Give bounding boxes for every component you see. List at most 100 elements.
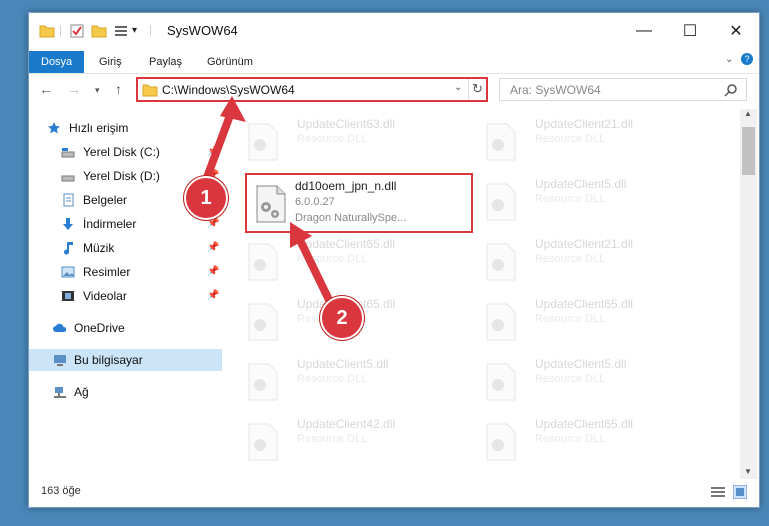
minimize-button[interactable]: — [621,13,667,49]
navigation-pane: Hızlı erişim Yerel Disk (C:) 📌 Yerel Dis… [29,109,224,479]
sidebar-item-label: Müzik [83,241,115,255]
close-button[interactable]: ✕ [713,13,759,49]
refresh-icon[interactable]: ↻ [472,81,483,97]
file-item[interactable]: UpdateClient5.dll Resource DLL [229,355,449,407]
sidebar-item-label: Bu bilgisayar [74,353,143,367]
file-type: Resource DLL [535,253,606,265]
file-item[interactable]: UpdateClient65.dll Resource DLL [467,295,687,347]
dll-file-icon [486,123,516,161]
file-name: UpdateClient65.dll [535,417,634,431]
dll-file-icon [248,243,278,281]
vertical-scrollbar[interactable]: ▲ ▼ [740,109,757,479]
step-1-callout: 1 [184,176,228,220]
sidebar-item-label: Videolar [83,289,127,303]
status-bar: 163 öğe [29,481,759,505]
large-icons-view-icon[interactable] [733,485,747,499]
item-count: 163 öğe [41,485,81,497]
title-bar: | ▾ | SysWOW64 — ☐ ✕ [29,13,759,51]
search-input[interactable]: Ara: SysWOW64 [510,83,601,97]
cloud-icon [53,323,67,332]
address-dropdown-icon[interactable]: ⌄ [454,82,462,93]
address-bar[interactable]: C:\Windows\SysWOW64 ⌄ ↻ [136,77,488,102]
search-icon[interactable] [724,83,738,97]
sidebar-item-label: OneDrive [74,321,125,335]
sidebar-item-label: Yerel Disk (C:) [83,145,160,159]
forward-arrow-icon[interactable]: → [67,81,81,97]
file-item[interactable]: UpdateClient21.dll Resource DLL [467,115,687,167]
sidebar-item-label: İndirmeler [83,217,137,231]
sidebar-item-resimler[interactable]: Resimler 📌 [29,261,222,283]
file-version: 6.0.0.27 [295,196,335,208]
file-name: UpdateClient5.dll [297,357,389,371]
file-name: UpdateClient21.dll [535,117,634,131]
dll-file-icon [256,185,286,223]
sidebar-item-label: Hızlı erişim [69,121,129,135]
quick-access-dropdown-icon[interactable]: ▾ [132,25,137,36]
search-box[interactable]: Ara: SysWOW64 [499,78,747,101]
file-type: Resource DLL [297,253,368,265]
highlighted-file-item[interactable]: dd10oem_jpn_n.dll 6.0.0.27 Dragon Natura… [245,173,473,233]
folder-icon [39,25,55,38]
expand-ribbon-icon[interactable]: ⌄ [725,54,733,65]
sidebar-item-this-pc[interactable]: Bu bilgisayar [29,349,222,371]
dll-file-icon [248,423,278,461]
maximize-button[interactable]: ☐ [667,13,713,49]
documents-icon [63,193,74,207]
file-type: Resource DLL [535,133,606,145]
file-type: Resource DLL [297,133,368,145]
sidebar-item-label: Yerel Disk (D:) [83,169,160,183]
tab-dosya[interactable]: Dosya [29,51,85,73]
sidebar-item-network[interactable]: Ağ [29,381,222,403]
pin-icon[interactable]: 📌 [207,141,219,163]
separator [468,79,469,100]
navigation-bar: ← → ▾ ↑ C:\Windows\SysWOW64 ⌄ ↻ Ara: Sys… [29,73,759,107]
customize-icon[interactable] [113,23,129,39]
network-icon [54,387,66,398]
file-item[interactable]: UpdateClient63.dll Resource DLL [229,115,449,167]
sidebar-item-quick-access[interactable]: Hızlı erişim [29,117,222,139]
sidebar-item-videolar[interactable]: Videolar 📌 [29,285,222,307]
file-item[interactable]: UpdateClient5.dll Resource DLL [467,175,687,227]
pin-icon[interactable]: 📌 [207,261,219,283]
new-folder-icon[interactable] [91,23,107,39]
sidebar-item-muzik[interactable]: Müzik 📌 [29,237,222,259]
sidebar-item-onedrive[interactable]: OneDrive [29,317,222,339]
computer-icon [54,355,66,366]
dll-file-icon [248,303,278,341]
dll-file-icon [486,423,516,461]
pin-icon[interactable]: 📌 [207,285,219,307]
recent-locations-icon[interactable]: ▾ [95,85,100,96]
properties-icon[interactable] [69,23,85,39]
file-item[interactable]: UpdateClient65.dll Resource DLL [467,415,687,467]
file-item[interactable]: UpdateClient42.dll Resource DLL [229,415,449,467]
file-description: Dragon NaturallySpe... [295,212,407,224]
dll-file-icon [248,123,278,161]
file-item[interactable]: UpdateClient21.dll Resource DLL [467,235,687,287]
dll-file-icon [248,363,278,401]
up-arrow-icon[interactable]: ↑ [115,81,122,97]
dll-file-icon [486,183,516,221]
step-2-callout: 2 [320,296,364,340]
explorer-window: | ▾ | SysWOW64 — ☐ ✕ Dosya Giriş Paylaş … [28,12,760,508]
file-name: UpdateClient65.dll [535,297,634,311]
file-type: Resource DLL [535,313,606,325]
file-item[interactable]: UpdateClient65.dll Resource DLL [229,235,449,287]
file-type: Resource DLL [535,433,606,445]
pin-icon[interactable]: 📌 [207,237,219,259]
sidebar-item-disk-c[interactable]: Yerel Disk (C:) 📌 [29,141,222,163]
address-path: C:\Windows\SysWOW64 [162,83,295,97]
tab-paylas[interactable]: Paylaş [137,51,194,73]
separator: | [59,23,63,37]
window-title: SysWOW64 [167,23,238,38]
tab-gorunum[interactable]: Görünüm [195,51,265,73]
file-item[interactable]: UpdateClient5.dll Resource DLL [467,355,687,407]
star-icon [48,122,60,134]
scroll-up-icon[interactable]: ▲ [744,109,752,118]
help-icon[interactable]: ? [741,53,753,65]
back-arrow-icon[interactable]: ← [39,81,53,97]
file-name: UpdateClient5.dll [535,357,627,371]
details-view-icon[interactable] [711,486,725,498]
tab-giris[interactable]: Giriş [87,51,134,73]
scrollbar-thumb[interactable] [742,127,755,175]
scroll-down-icon[interactable]: ▼ [744,467,752,476]
